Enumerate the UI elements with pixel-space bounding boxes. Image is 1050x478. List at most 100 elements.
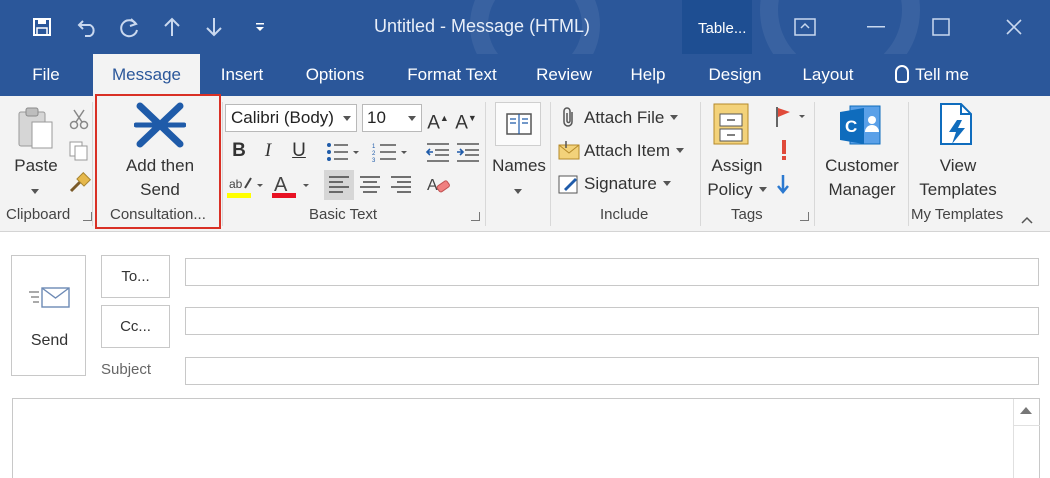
include-group-label: Include bbox=[600, 206, 649, 223]
my-templates-group-label: My Templates bbox=[911, 206, 1004, 223]
paste-dropdown-icon[interactable] bbox=[31, 184, 39, 202]
view-templates-label-2[interactable]: Templates bbox=[912, 178, 1004, 202]
signature-icon bbox=[558, 173, 580, 200]
assign-policy-label-1[interactable]: Assign bbox=[704, 154, 770, 178]
high-importance-icon[interactable] bbox=[778, 138, 790, 167]
group-divider bbox=[92, 102, 93, 226]
attach-file-button[interactable]: Attach File bbox=[584, 108, 679, 128]
view-templates-label-1[interactable]: View bbox=[912, 154, 1004, 178]
cc-field[interactable] bbox=[185, 307, 1039, 335]
ribbon-tab-bar: File Message Insert Options Format Text … bbox=[0, 54, 1050, 96]
assign-policy-button[interactable]: Policy bbox=[700, 178, 774, 202]
collapse-ribbon-icon[interactable] bbox=[1020, 212, 1034, 230]
tab-options[interactable]: Options bbox=[292, 54, 378, 96]
names-button[interactable]: Names bbox=[488, 154, 550, 178]
svg-text:1: 1 bbox=[372, 144, 376, 150]
low-importance-icon[interactable] bbox=[776, 174, 790, 199]
tab-review[interactable]: Review bbox=[526, 54, 602, 96]
decrease-indent-icon[interactable] bbox=[425, 142, 451, 167]
clear-formatting-icon[interactable]: A bbox=[427, 174, 451, 201]
maximize-icon[interactable] bbox=[928, 14, 954, 40]
underline-button[interactable]: U bbox=[287, 138, 311, 164]
subject-field[interactable] bbox=[185, 357, 1039, 385]
svg-text:ab: ab bbox=[229, 177, 243, 191]
tab-message[interactable]: Message bbox=[93, 54, 200, 96]
group-divider bbox=[814, 102, 815, 226]
assign-policy-icon[interactable] bbox=[712, 102, 754, 153]
scroll-track[interactable] bbox=[1014, 425, 1040, 478]
names-dropdown-icon[interactable] bbox=[514, 184, 522, 202]
paste-icon[interactable] bbox=[16, 106, 56, 157]
customize-icon[interactable] bbox=[248, 13, 272, 41]
body-scrollbar[interactable] bbox=[1013, 399, 1040, 478]
group-divider bbox=[485, 102, 486, 226]
address-book-icon[interactable] bbox=[495, 102, 541, 146]
chevron-down-icon bbox=[758, 187, 767, 192]
basic-text-launcher-icon[interactable] bbox=[471, 212, 480, 221]
grow-font-icon[interactable]: A▲ bbox=[426, 105, 450, 133]
font-name-value: Calibri (Body) bbox=[231, 108, 334, 127]
font-color-icon[interactable]: A bbox=[272, 172, 312, 205]
undo-icon[interactable] bbox=[76, 13, 100, 41]
save-icon[interactable] bbox=[30, 13, 54, 41]
follow-up-flag-icon[interactable] bbox=[774, 106, 808, 133]
signature-label: Signature bbox=[584, 174, 657, 193]
chevron-down-icon bbox=[343, 116, 351, 121]
highlight-color-icon[interactable]: ab bbox=[227, 174, 265, 205]
italic-button[interactable]: I bbox=[256, 138, 280, 164]
increase-indent-icon[interactable] bbox=[455, 142, 481, 167]
svg-text:A: A bbox=[427, 177, 438, 194]
tell-me-search[interactable]: Tell me bbox=[884, 54, 980, 96]
numbering-icon[interactable]: 123 bbox=[372, 142, 410, 167]
redo-icon[interactable] bbox=[117, 13, 141, 41]
font-name-select[interactable]: Calibri (Body) bbox=[225, 104, 357, 132]
customer-manager-label-1[interactable]: Customer bbox=[816, 154, 908, 178]
ribbon: Paste Clipboard Add then Send Consultati… bbox=[0, 94, 1050, 232]
format-painter-icon[interactable] bbox=[68, 171, 92, 199]
group-divider bbox=[700, 102, 701, 226]
tab-design[interactable]: Design bbox=[696, 54, 774, 96]
customer-manager-icon[interactable]: C bbox=[838, 104, 884, 153]
message-body[interactable] bbox=[12, 398, 1040, 478]
tab-format-text[interactable]: Format Text bbox=[396, 54, 508, 96]
tab-help[interactable]: Help bbox=[620, 54, 676, 96]
attach-item-label: Attach Item bbox=[584, 141, 670, 160]
copy-icon[interactable] bbox=[68, 140, 90, 167]
bold-button[interactable]: B bbox=[227, 138, 251, 164]
font-size-select[interactable]: 10 bbox=[362, 104, 422, 132]
svg-text:A: A bbox=[274, 174, 288, 196]
to-button[interactable]: To... bbox=[101, 255, 170, 298]
highlight-annotation bbox=[95, 94, 221, 229]
send-button[interactable]: Send bbox=[11, 255, 86, 376]
align-left-icon[interactable] bbox=[324, 170, 354, 200]
shrink-font-icon[interactable]: A▼ bbox=[454, 105, 478, 133]
attach-item-button[interactable]: Attach Item bbox=[584, 141, 684, 161]
cut-icon[interactable] bbox=[68, 108, 90, 135]
ribbon-display-icon[interactable] bbox=[792, 14, 818, 40]
clipboard-launcher-icon[interactable] bbox=[83, 212, 92, 221]
minimize-icon[interactable] bbox=[863, 14, 889, 40]
bullets-icon[interactable] bbox=[326, 142, 360, 167]
tab-insert[interactable]: Insert bbox=[210, 54, 274, 96]
subject-label: Subject bbox=[101, 361, 152, 378]
signature-button[interactable]: Signature bbox=[584, 174, 671, 194]
up-arrow-icon[interactable] bbox=[160, 13, 184, 41]
context-tab-table[interactable]: Table... bbox=[682, 0, 752, 54]
send-label: Send bbox=[30, 332, 69, 349]
tab-file[interactable]: File bbox=[18, 54, 74, 96]
cc-button[interactable]: Cc... bbox=[101, 305, 170, 348]
to-field[interactable] bbox=[185, 258, 1039, 286]
scroll-up-icon[interactable] bbox=[1020, 407, 1032, 414]
view-templates-icon[interactable] bbox=[937, 102, 977, 153]
tab-layout[interactable]: Layout bbox=[790, 54, 866, 96]
align-right-icon[interactable] bbox=[386, 170, 416, 205]
group-divider bbox=[908, 102, 909, 226]
envelope-attach-icon bbox=[558, 140, 580, 165]
paste-button[interactable]: Paste bbox=[8, 154, 64, 178]
customer-manager-label-2[interactable]: Manager bbox=[816, 178, 908, 202]
assign-policy-label-2: Policy bbox=[707, 180, 753, 199]
down-arrow-icon[interactable] bbox=[202, 13, 226, 41]
align-center-icon[interactable] bbox=[355, 170, 385, 205]
tags-launcher-icon[interactable] bbox=[800, 212, 809, 221]
close-icon[interactable] bbox=[1001, 14, 1027, 40]
